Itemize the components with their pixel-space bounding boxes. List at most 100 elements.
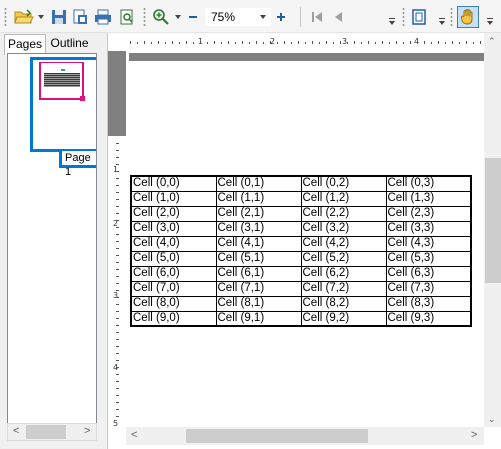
scroll-left-arrow-icon[interactable]: <	[13, 426, 19, 437]
table-cell: Cell (4,2)	[300, 235, 387, 252]
ruler-tick	[221, 42, 222, 44]
ruler-tick	[116, 367, 119, 368]
ruler-tick	[116, 248, 119, 249]
previous-page-button[interactable]	[330, 8, 348, 26]
ruler-tick	[263, 42, 264, 44]
export-button[interactable]	[71, 8, 89, 26]
zoom-dropdown-arrow[interactable]	[175, 15, 181, 19]
ruler-tick	[445, 42, 446, 44]
toolbar-grip[interactable]	[402, 7, 405, 27]
horizontal-scrollbar[interactable]: < >	[126, 427, 484, 445]
toolbar-grip[interactable]	[143, 7, 146, 27]
zoom-button[interactable]	[151, 8, 171, 26]
ruler-tick	[116, 318, 119, 319]
ruler-tick	[116, 255, 119, 256]
ruler-tick	[116, 304, 119, 305]
table-cell: Cell (2,3)	[385, 205, 472, 222]
page-thumbnail-label[interactable]: Page 1	[59, 151, 96, 178]
viewport-resize-handle[interactable]	[80, 96, 85, 101]
ruler-tick	[116, 325, 119, 326]
page-top-edge	[129, 53, 484, 61]
table-cell: Cell (8,3)	[385, 295, 472, 312]
open-button[interactable]	[14, 8, 34, 26]
page-thumbnail-viewport-frame	[39, 62, 85, 101]
page-thumbnail-selection[interactable]	[30, 57, 96, 152]
tab-pages[interactable]: Pages	[4, 34, 46, 55]
ruler-tick	[116, 199, 119, 200]
ruler-tick	[333, 42, 334, 44]
ruler-tick	[256, 41, 257, 44]
table-cell: Cell (5,0)	[130, 250, 217, 267]
ruler-tick	[116, 297, 119, 298]
table-cell: Cell (7,2)	[300, 280, 387, 297]
ruler-tick	[116, 395, 119, 396]
toolbar-grip[interactable]	[450, 7, 453, 27]
table-cell: Cell (2,1)	[215, 205, 302, 222]
ruler-tick	[116, 381, 119, 382]
scroll-right-arrow-icon[interactable]: >	[471, 430, 477, 441]
ruler-tick	[116, 262, 119, 263]
ruler-number: 5	[113, 419, 119, 428]
scroll-down-arrow-icon[interactable]: ⌄	[488, 415, 496, 424]
scroll-right-arrow-icon[interactable]: >	[84, 426, 90, 437]
save-icon	[52, 10, 66, 24]
zoom-out-button[interactable]	[186, 8, 200, 26]
previous-page-icon	[335, 12, 342, 22]
table-cell: Cell (3,2)	[300, 220, 387, 237]
ruler-tick	[165, 42, 166, 44]
ruler-tick	[116, 185, 119, 186]
scrollbar-thumb[interactable]	[26, 425, 66, 439]
ruler-tick	[116, 283, 119, 284]
document-view[interactable]: 1 2 3 4 5 1 2 3 4 5 Cell (0,0)Cell (0,1)…	[107, 33, 501, 449]
tab-outline[interactable]: Outline	[47, 34, 92, 54]
table-cell: Cell (8,2)	[300, 295, 387, 312]
table-cell: Cell (7,1)	[215, 280, 302, 297]
page-thumbnails-list[interactable]: Page 1	[7, 53, 97, 431]
scrollbar-thumb[interactable]	[485, 158, 501, 283]
ruler-number: 3	[113, 291, 119, 300]
ruler-tick	[305, 42, 306, 44]
toolbar-separator	[300, 7, 301, 27]
scrollbar-thumb[interactable]	[186, 429, 368, 443]
hand-tool-button[interactable]	[457, 6, 479, 28]
ruler-tick	[116, 276, 119, 277]
table-cell: Cell (1,0)	[130, 190, 217, 207]
toolbar-overflow-chevron[interactable]	[438, 18, 446, 28]
thumbnails-horizontal-scrollbar[interactable]: < >	[7, 423, 97, 441]
print-preview-button[interactable]	[118, 8, 136, 26]
ruler-tick	[172, 41, 173, 44]
ruler-tick	[410, 41, 411, 44]
toolbar-overflow-chevron[interactable]	[388, 18, 396, 28]
first-page-button[interactable]	[308, 8, 326, 26]
pdf-viewer-window: 75% Pages Outline Page 1 < > 2 3 1 2 3 5…	[0, 0, 501, 449]
ruler-tick	[144, 41, 145, 44]
ruler-tick	[459, 42, 460, 44]
ruler-tick	[284, 41, 285, 44]
table-cell: Cell (9,0)	[130, 310, 217, 327]
print-button[interactable]	[93, 8, 113, 26]
table-cell: Cell (4,0)	[130, 235, 217, 252]
table-cell: Cell (5,3)	[385, 250, 472, 267]
save-button[interactable]	[50, 8, 68, 26]
ruler-tick	[116, 269, 119, 270]
ruler-tick	[207, 42, 208, 44]
ruler-tick	[326, 41, 327, 44]
ruler-tick	[431, 42, 432, 44]
scroll-left-arrow-icon[interactable]: <	[131, 430, 137, 441]
table-row: Cell (8,0) Cell (8,1) Cell (8,2) Cell (8,3)	[130, 295, 472, 312]
open-dropdown-arrow[interactable]	[38, 15, 44, 19]
toolbar-grip[interactable]	[4, 7, 7, 27]
table-cell: Cell (8,0)	[130, 295, 217, 312]
vertical-scrollbar[interactable]: ⌃ ⌄	[484, 33, 501, 427]
scroll-up-arrow-icon[interactable]: ⌃	[488, 37, 496, 46]
table-row: Cell (1,0) Cell (1,1) Cell (1,2) Cell (1,3)	[130, 190, 472, 207]
single-page-view-button[interactable]	[410, 8, 428, 26]
zoom-in-button[interactable]	[274, 8, 288, 26]
page-thumbnail-table	[44, 73, 80, 87]
toolbar-overflow-chevron[interactable]	[486, 18, 494, 28]
zoom-combobox[interactable]: 75%	[205, 8, 271, 26]
ruler-tick	[116, 171, 119, 172]
print-icon	[95, 9, 111, 25]
table-cell: Cell (6,1)	[215, 265, 302, 282]
zoom-combobox-arrow[interactable]	[260, 15, 266, 19]
